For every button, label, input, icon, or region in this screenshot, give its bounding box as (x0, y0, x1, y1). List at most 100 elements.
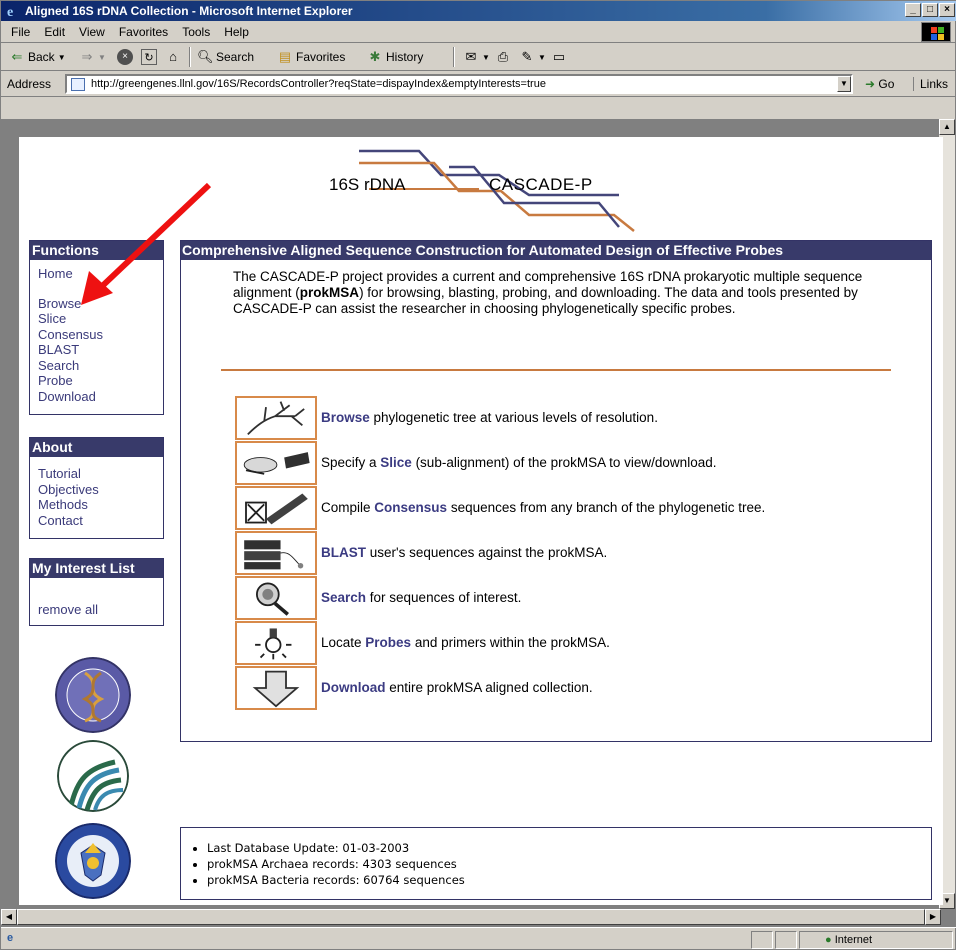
edit-icon: ✎ (521, 49, 533, 64)
home-button[interactable]: ⌂ (165, 49, 181, 65)
nav-search-link[interactable]: Search (38, 358, 155, 374)
feature-blast-link[interactable]: BLAST (321, 545, 366, 560)
interest-list-box: My Interest List remove all (29, 558, 164, 626)
mail-button[interactable]: ✉ ▼ (463, 49, 490, 65)
menu-view[interactable]: View (79, 25, 105, 39)
nav-home-link[interactable]: Home (38, 266, 155, 282)
feature-download: Download entire prokMSA aligned collecti… (235, 666, 875, 710)
back-button[interactable]: ⇐ Back ▼ (9, 49, 66, 65)
feature-probe-link[interactable]: Probes (365, 635, 411, 650)
window-title: Aligned 16S rDNA Collection - Microsoft … (25, 4, 353, 18)
horizontal-scroll-thumb[interactable] (17, 909, 925, 925)
maximize-button[interactable]: □ (922, 3, 938, 17)
address-label: Address (7, 77, 52, 91)
feature-slice-link[interactable]: Slice (380, 455, 412, 470)
feature-consensus: Compile Consensus sequences from any bra… (235, 486, 875, 530)
go-button[interactable]: ➜ Go (865, 77, 894, 91)
nav-browse-link[interactable]: Browse (38, 296, 155, 312)
page-icon (71, 78, 85, 91)
nav-consensus-link[interactable]: Consensus (38, 327, 155, 343)
address-dropdown-button[interactable]: ▼ (837, 76, 851, 92)
search-magnifier-icon (235, 576, 317, 620)
favorites-button[interactable]: ▤ Favorites (277, 49, 346, 65)
lightbulb-icon (235, 621, 317, 665)
go-arrow-icon: ➜ (865, 77, 876, 91)
home-icon: ⌂ (169, 49, 177, 64)
nav-probe-link[interactable]: Probe (38, 373, 155, 389)
feature-consensus-link[interactable]: Consensus (374, 500, 447, 515)
consensus-checkbox-pen-icon (235, 486, 317, 530)
bacteria-records-text: prokMSA Bacteria records: 60764 sequence… (207, 872, 465, 888)
scroll-up-button[interactable]: ▲ (939, 119, 955, 135)
globe-icon: ● (825, 934, 832, 946)
menu-file[interactable]: File (11, 25, 30, 39)
about-contact-link[interactable]: Contact (38, 513, 155, 529)
feature-search-link[interactable]: Search (321, 590, 366, 605)
dynamite-blast-icon (235, 531, 317, 575)
last-update-text: Last Database Update: 01-03-2003 (207, 840, 465, 856)
discuss-icon: ▭ (552, 49, 566, 64)
menu-tools[interactable]: Tools (182, 25, 210, 39)
banner-left-text: 16S rDNA (329, 175, 406, 194)
back-label: Back (28, 50, 55, 64)
windows-logo-icon (921, 22, 951, 42)
nav-download-link[interactable]: Download (38, 389, 155, 405)
feature-download-link[interactable]: Download (321, 680, 386, 695)
about-header: About (30, 438, 163, 457)
main-header: Comprehensive Aligned Sequence Construct… (181, 241, 931, 260)
nav-blast-link[interactable]: BLAST (38, 342, 155, 358)
feature-blast: BLAST user's sequences against the prokM… (235, 531, 875, 575)
main-panel: Comprehensive Aligned Sequence Construct… (180, 240, 932, 742)
address-url[interactable]: http://greengenes.llnl.gov/16S/RecordsCo… (91, 78, 546, 90)
svg-text:e: e (7, 5, 13, 19)
feature-browse-link[interactable]: Browse (321, 410, 370, 425)
history-button[interactable]: ✱ History (367, 49, 424, 65)
minimize-button[interactable]: _ (905, 3, 921, 17)
nih-seal-logo (55, 657, 131, 733)
history-icon: ✱ (369, 49, 381, 64)
tree-branch-icon (235, 396, 317, 440)
nav-slice-link[interactable]: Slice (38, 311, 155, 327)
address-field[interactable]: http://greengenes.llnl.gov/16S/RecordsCo… (65, 74, 853, 94)
status-zone: Internet (834, 934, 873, 946)
search-label: Search (216, 50, 255, 64)
favorites-folder-icon: ▤ (278, 49, 292, 64)
close-button[interactable]: × (939, 3, 955, 17)
about-tutorial-link[interactable]: Tutorial (38, 466, 155, 482)
stop-button[interactable]: × (117, 49, 133, 65)
feature-slice: Specify a Slice (sub-alignment) of the p… (235, 441, 875, 485)
menu-help[interactable]: Help (224, 25, 249, 39)
search-icon: 🔍︎ (197, 49, 214, 64)
history-label: History (386, 50, 424, 64)
favorites-label: Favorites (296, 50, 346, 64)
discuss-button[interactable]: ▭ (551, 49, 567, 65)
menu-edit[interactable]: Edit (44, 25, 65, 39)
remove-all-link[interactable]: remove all (38, 602, 155, 618)
mail-icon: ✉ (465, 49, 477, 64)
forward-arrow-icon: ⇒ (81, 49, 93, 64)
biology-biotechnology-logo (57, 740, 129, 812)
print-button[interactable]: ⎙ (495, 49, 511, 65)
menu-favorites[interactable]: Favorites (119, 25, 168, 39)
refresh-icon: ↻ (141, 49, 157, 65)
ie-icon: e (7, 5, 13, 19)
about-methods-link[interactable]: Methods (38, 497, 155, 513)
feature-probe: Locate Probes and primers within the pro… (235, 621, 875, 665)
banner-right-text: CASCADE-P (489, 175, 593, 194)
scroll-left-button[interactable]: ◀ (1, 909, 17, 925)
about-objectives-link[interactable]: Objectives (38, 482, 155, 498)
search-button[interactable]: 🔍︎ Search (197, 49, 254, 65)
divider-rule (221, 369, 891, 371)
interest-list-header: My Interest List (30, 559, 163, 578)
edit-button[interactable]: ✎ ▼ (519, 49, 546, 65)
print-icon: ⎙ (497, 49, 509, 64)
refresh-button[interactable]: ↻ (141, 49, 157, 65)
database-info-box: Last Database Update: 01-03-2003 prokMSA… (180, 827, 932, 900)
horizontal-scrollbar[interactable]: ◀ ▶ (1, 909, 941, 925)
forward-button[interactable]: ⇒ ▼ (79, 49, 106, 65)
slice-cutter-icon (235, 441, 317, 485)
go-label: Go (878, 77, 895, 91)
scroll-right-button[interactable]: ▶ (925, 909, 941, 925)
web-page: 16S rDNA CASCADE-P Functions Home Browse… (19, 137, 943, 905)
links-button[interactable]: Links (913, 77, 948, 91)
